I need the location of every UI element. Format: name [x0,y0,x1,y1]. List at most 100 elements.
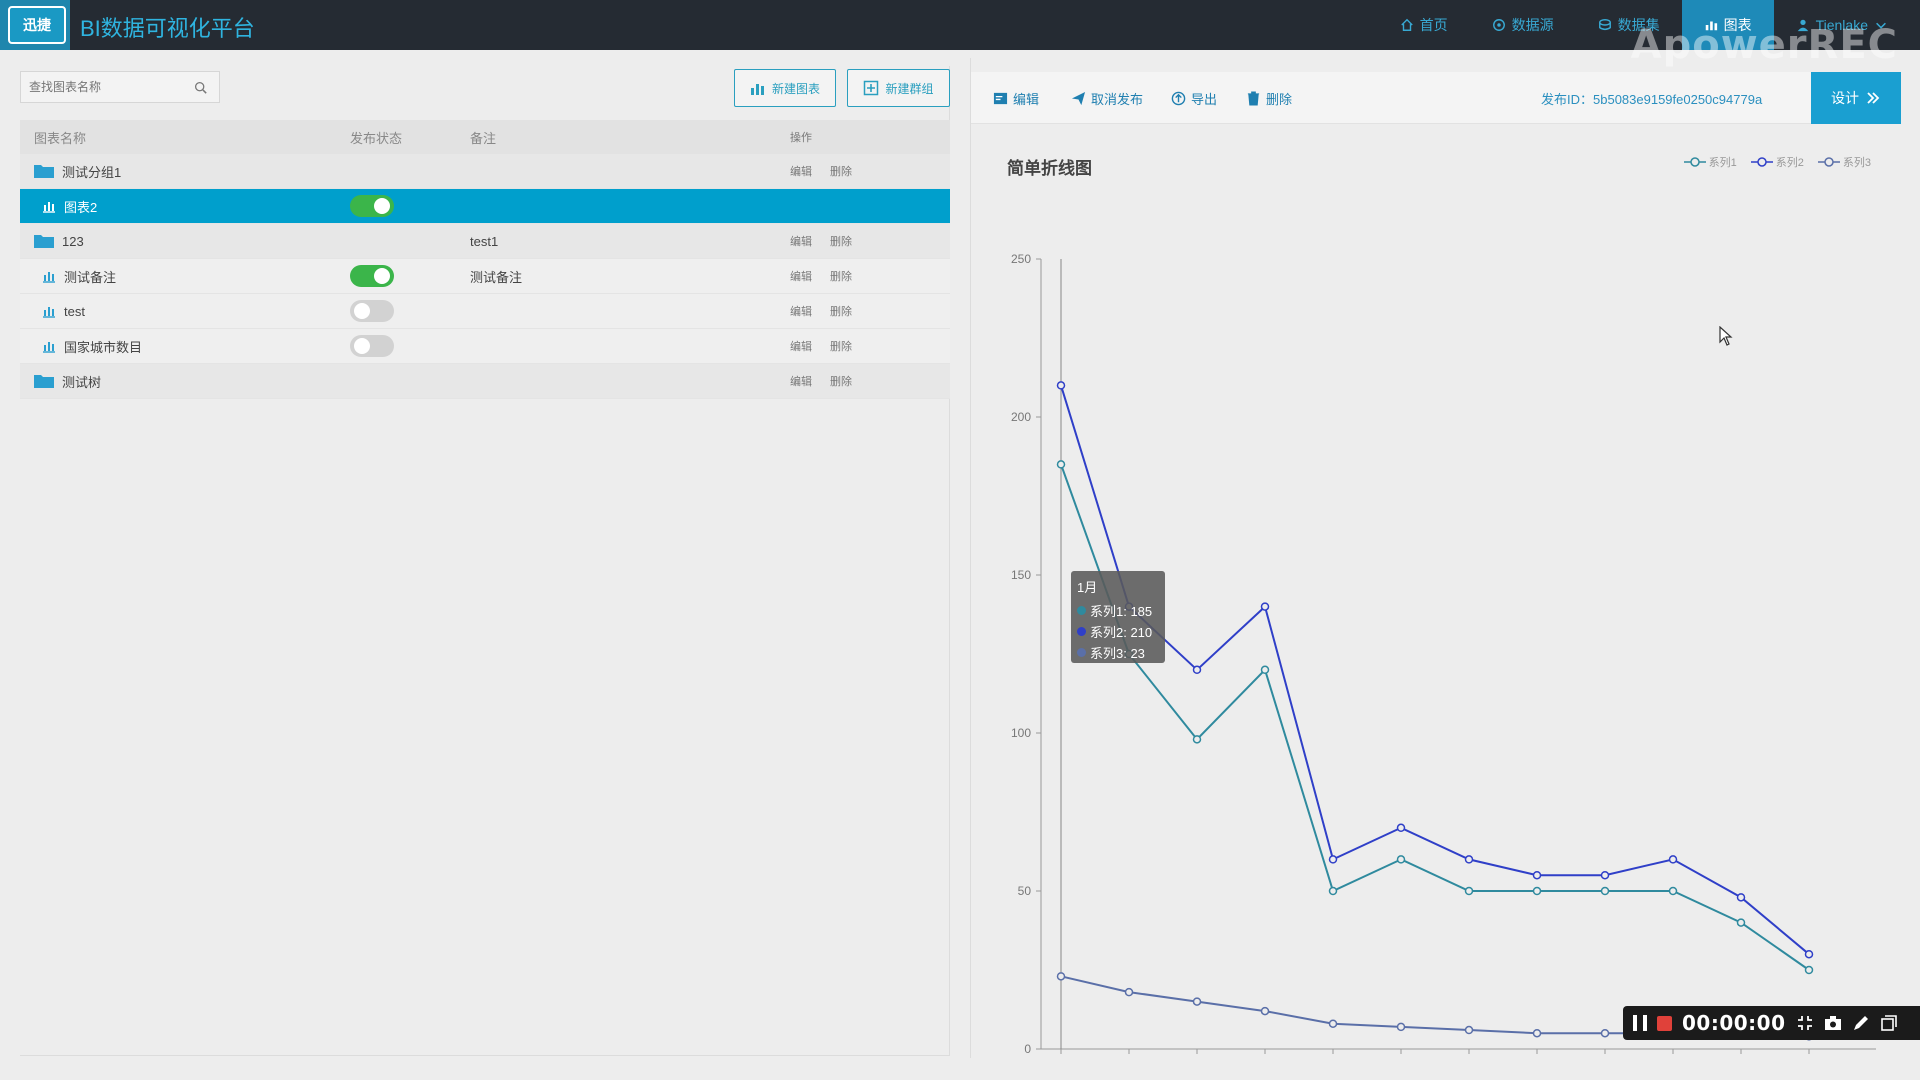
row-name-cell: test [20,304,350,319]
data-point [1532,1028,1542,1038]
bar-chart-icon [43,202,55,213]
delete-link[interactable]: 删除 [830,268,852,284]
data-point [1736,893,1746,902]
delete-link[interactable]: 删除 [830,303,852,319]
row-name-cell: 123 [20,234,350,249]
chart-list-panel: 新建图表 新建群组 图表名称 发布状态 备注 操作 测试分组1 编辑 删除 [20,66,950,1056]
chart-table: 图表名称 发布状态 备注 操作 测试分组1 编辑 删除 图表2 123 test… [20,120,950,399]
publish-toggle[interactable] [350,335,394,357]
row-name: 图表2 [64,199,98,215]
folder-icon [34,375,54,388]
edit-link[interactable]: 编辑 [790,163,812,179]
row-note: 测试备注 [470,269,523,285]
publish-id: 发布ID：5b5083e9159fe0250c94779a [1541,92,1763,107]
nav-datasource[interactable]: 数据源 [1470,0,1576,50]
row-ops: 编辑 删除 [790,268,950,284]
chart-toolbar: 编辑 取消发布 导出 删除 发布ID：5b5083e9159fe0250c947… [971,72,1901,124]
tooltip-value: 系列3: 23 [1090,646,1145,661]
y-tick-label: 50 [1018,884,1032,898]
table-row[interactable]: test 编辑 删除 [20,294,950,329]
app-title: BI数据可视化平台 [80,16,255,41]
legend-series2[interactable]: 系列2 [1750,154,1804,170]
mouse-cursor-icon [1719,326,1733,346]
new-group-button[interactable]: 新建群组 [847,69,950,107]
row-status [350,195,470,217]
tooltip-value: 系列2: 210 [1090,625,1153,640]
new-chart-button[interactable]: 新建图表 [734,69,836,107]
series-line-1 [1060,464,1810,971]
window-icon[interactable] [1880,1014,1898,1032]
nav-home[interactable]: 首页 [1378,0,1470,50]
row-name-cell: 测试树 [20,372,350,391]
col-name: 图表名称 [34,130,87,146]
tooltip-row: 系列3: 23 [1077,642,1159,663]
shrink-icon[interactable] [1796,1014,1814,1032]
chart-area: 0501001502002501月2月3月4月5月6月7月8月9月10月11月1… [971,124,1901,1058]
edit-link[interactable]: 编辑 [790,303,812,319]
export-button[interactable]: 导出 [1171,72,1217,124]
trash-icon [1247,90,1260,106]
legend-label: 系列3 [1842,157,1871,169]
app-logo[interactable]: 迅捷 [8,6,66,44]
edit-icon [993,92,1008,104]
row-name: 测试分组1 [62,164,122,180]
delete-button[interactable]: 删除 [1246,72,1292,124]
series3-dot [1077,648,1086,657]
pause-icon[interactable] [1633,1015,1647,1031]
edit-button[interactable]: 编辑 [993,72,1039,124]
dataset-icon [1598,19,1611,31]
search-icon[interactable] [194,81,207,94]
stop-icon[interactable] [1657,1015,1672,1031]
bar-chart-icon [43,272,55,283]
data-point [1600,1028,1610,1038]
top-navigation-bar: 迅捷 BI数据可视化平台 首页 数据源 数据集 图表 Tienlake Apow… [0,0,1920,68]
edit-link[interactable]: 编辑 [790,268,812,284]
table-row[interactable]: 测试树 编辑 删除 [20,364,950,399]
data-point [1464,886,1474,896]
delete-link[interactable]: 删除 [830,233,852,249]
legend-series1[interactable]: 系列1 [1683,154,1737,170]
camera-icon[interactable] [1824,1014,1842,1032]
delete-link[interactable]: 删除 [830,338,852,354]
data-point [1260,1006,1270,1016]
data-point [1328,1019,1338,1028]
data-point [1668,855,1678,864]
data-point [1260,665,1270,675]
search-input[interactable] [29,80,194,94]
chart-preview-panel: 编辑 取消发布 导出 删除 发布ID：5b5083e9159fe0250c947… [970,58,1901,1058]
data-point [1396,823,1406,833]
legend-label: 系列2 [1775,157,1804,169]
bar-chart-icon [43,342,55,353]
new-group-label: 新建群组 [885,81,934,96]
edit-link[interactable]: 编辑 [790,338,812,354]
publish-toggle[interactable] [350,195,394,217]
data-point [1532,886,1542,896]
edit-link[interactable]: 编辑 [790,233,812,249]
publish-toggle[interactable] [350,265,394,287]
delete-link[interactable]: 删除 [830,373,852,389]
col-ops: 操作 [790,132,812,144]
table-row[interactable]: 测试分组1 编辑 删除 [20,154,950,189]
legend-series3[interactable]: 系列3 [1817,154,1871,170]
row-name: 123 [62,233,84,249]
edit-link[interactable]: 编辑 [790,373,812,389]
pen-icon[interactable] [1852,1014,1870,1032]
row-status [350,265,470,287]
design-button[interactable]: 设计 [1811,72,1901,124]
table-row[interactable]: 123 test1 编辑 删除 [20,224,950,259]
unpublish-button[interactable]: 取消发布 [1071,72,1143,124]
row-name-cell: 国家城市数目 [20,337,350,356]
table-row-selected[interactable]: 图表2 [20,189,950,224]
folder-icon [34,165,54,178]
delete-link[interactable]: 删除 [830,163,852,179]
chart-search[interactable] [20,71,220,103]
table-header: 图表名称 发布状态 备注 操作 [20,120,950,154]
table-row[interactable]: 国家城市数目 编辑 删除 [20,329,950,364]
data-point [1736,918,1746,927]
table-row[interactable]: 测试备注 测试备注 编辑 删除 [20,259,950,294]
y-tick-label: 0 [1024,1042,1031,1056]
data-point [1056,381,1066,390]
database-icon [1492,19,1505,31]
data-point [1668,886,1678,896]
publish-toggle[interactable] [350,300,394,322]
